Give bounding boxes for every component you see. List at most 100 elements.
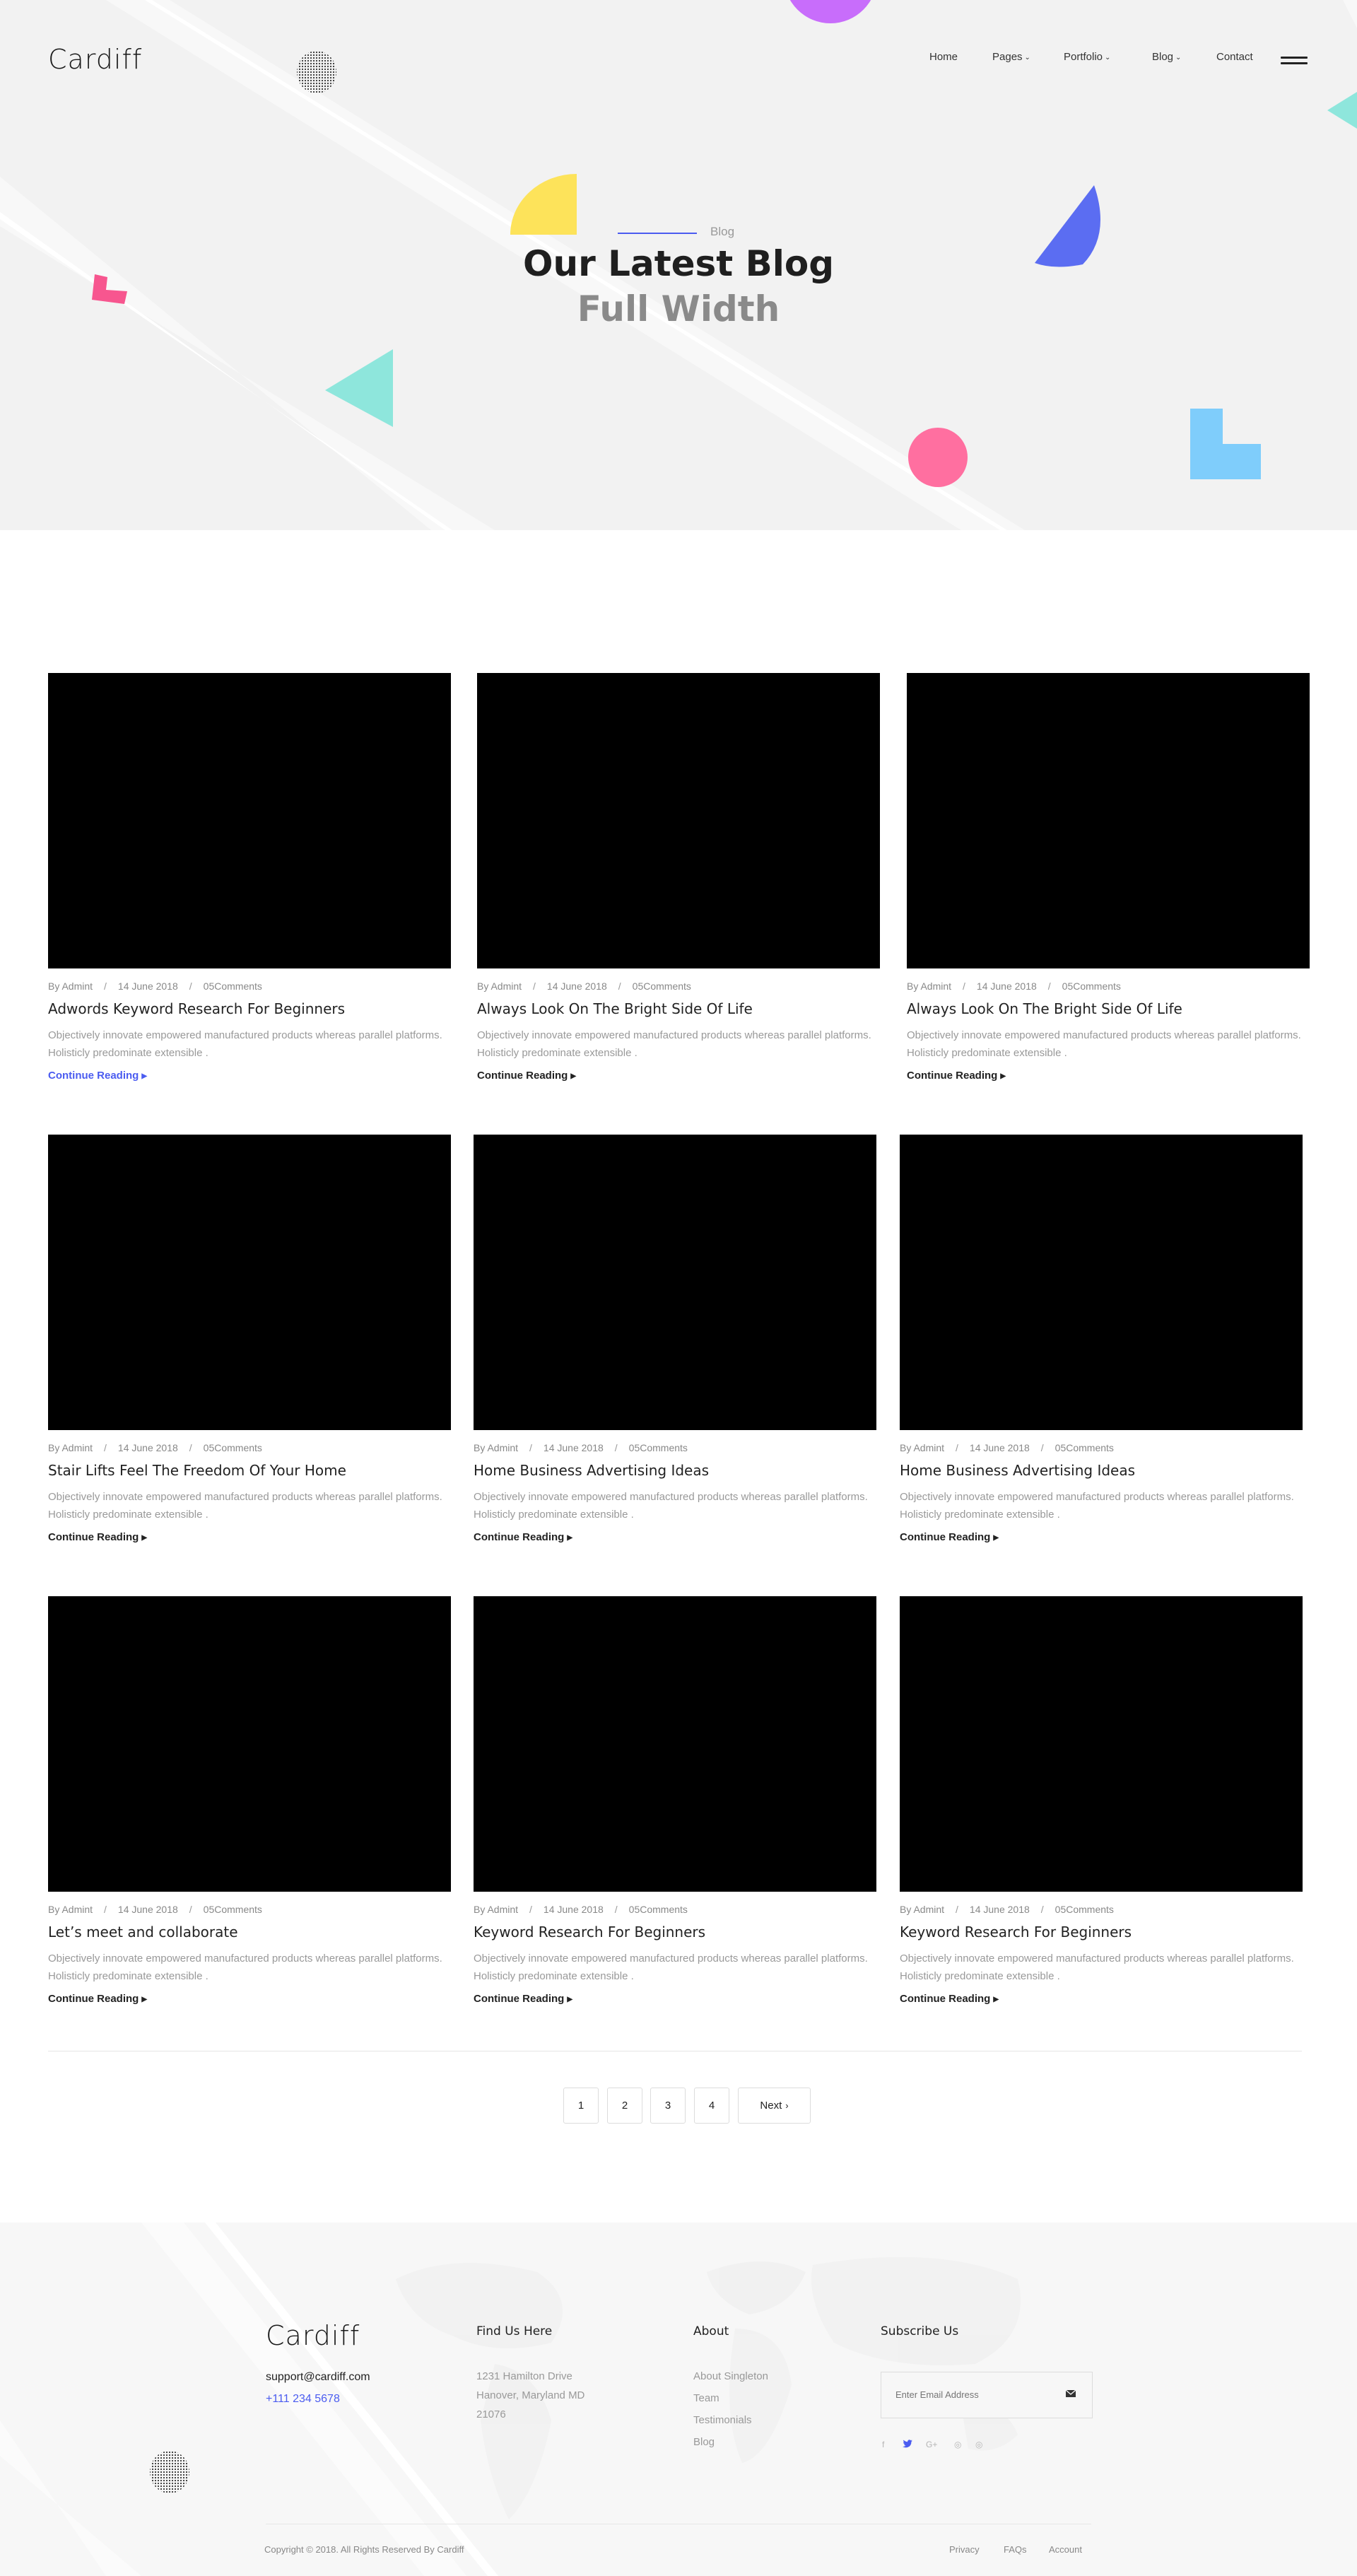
post-comments[interactable]: 05Comments <box>204 1904 262 1915</box>
post-title[interactable]: Home Business Advertising Ideas <box>900 1462 1303 1479</box>
continue-reading-link[interactable]: Continue Reading ▶ <box>477 1070 880 1082</box>
footer-logo[interactable]: Cardiff <box>266 2320 360 2351</box>
continue-reading-link[interactable]: Continue Reading ▶ <box>474 1531 876 1543</box>
post-thumbnail[interactable] <box>907 673 1310 968</box>
pagination-page-4[interactable]: 4 <box>694 2088 729 2124</box>
instagram-icon[interactable]: ◎ <box>975 2440 982 2449</box>
footer-faqs-link[interactable]: FAQs <box>1004 2544 1027 2555</box>
post-date: 14 June 2018 <box>976 980 1037 992</box>
continue-reading-link[interactable]: Continue Reading ▶ <box>48 1993 451 2005</box>
continue-reading-label: Continue Reading <box>477 1070 568 1082</box>
continue-reading-link[interactable]: Continue Reading ▶ <box>48 1531 451 1543</box>
copyright-text: Copyright © 2018. All Rights Reserved By… <box>264 2544 464 2555</box>
caret-right-icon: ▶ <box>141 1072 148 1080</box>
post-comments[interactable]: 05Comments <box>1055 1904 1114 1915</box>
nav-blog[interactable]: Blog ⌄ <box>1152 51 1181 63</box>
post-thumbnail[interactable] <box>900 1596 1303 1892</box>
pagination-page-3[interactable]: 3 <box>650 2088 686 2124</box>
blog-card: By Admint/14 June 2018/05Comments Keywor… <box>474 1596 876 2005</box>
google-plus-icon[interactable]: G+ <box>926 2440 937 2449</box>
caret-right-icon: ▶ <box>993 1996 999 2003</box>
post-comments[interactable]: 05Comments <box>629 1442 688 1453</box>
post-author[interactable]: By Admint <box>900 1904 944 1915</box>
continue-reading-link[interactable]: Continue Reading ▶ <box>474 1993 876 2005</box>
post-excerpt: Objectively innovate empowered manufactu… <box>907 1029 1301 1059</box>
continue-reading-link[interactable]: Continue Reading ▶ <box>48 1070 451 1082</box>
footer-link-testimonials[interactable]: Testimonials <box>693 2411 752 2430</box>
post-author[interactable]: By Admint <box>907 980 951 992</box>
post-title[interactable]: Always Look On The Bright Side Of Life <box>907 1000 1310 1017</box>
footer: Cardiff support@cardiff.com +111 234 567… <box>0 2223 1357 2576</box>
footer-account-link[interactable]: Account <box>1049 2544 1082 2555</box>
hero-section: Cardiff Home Pages ⌄ Portfolio ⌄ Blog ⌄ Con… <box>0 0 1357 530</box>
post-thumbnail[interactable] <box>474 1596 876 1892</box>
facebook-icon[interactable]: f <box>882 2440 884 2449</box>
post-date: 14 June 2018 <box>117 1442 178 1453</box>
post-title[interactable]: Stair Lifts Feel The Freedom Of Your Hom… <box>48 1462 451 1479</box>
nav-contact[interactable]: Contact <box>1216 51 1253 63</box>
continue-reading-label: Continue Reading <box>474 1531 565 1543</box>
post-thumbnail[interactable] <box>477 673 880 968</box>
post-comments[interactable]: 05Comments <box>633 980 691 992</box>
halftone-dots-decoration <box>150 2451 189 2493</box>
post-thumbnail[interactable] <box>48 1135 451 1430</box>
post-comments[interactable]: 05Comments <box>204 1442 262 1453</box>
post-author[interactable]: By Admint <box>48 980 93 992</box>
post-date: 14 June 2018 <box>117 980 178 992</box>
post-author[interactable]: By Admint <box>900 1442 944 1453</box>
post-meta: By Admint/14 June 2018/05Comments <box>48 1442 262 1453</box>
pagination-next-button[interactable]: Next › <box>738 2088 811 2124</box>
nav-portfolio[interactable]: Portfolio ⌄ <box>1064 51 1110 63</box>
post-title[interactable]: Always Look On The Bright Side Of Life <box>477 1000 880 1017</box>
envelope-icon[interactable] <box>1065 2388 1076 2399</box>
post-comments[interactable]: 05Comments <box>204 980 262 992</box>
post-author[interactable]: By Admint <box>48 1442 93 1453</box>
continue-reading-link[interactable]: Continue Reading ▶ <box>900 1531 1303 1543</box>
dribbble-icon[interactable]: ◎ <box>954 2440 961 2449</box>
blog-card: By Admint/14 June 2018/05Comments Keywor… <box>900 1596 1303 2005</box>
footer-address-line-1: 1231 Hamilton Drive <box>476 2370 572 2382</box>
subscribe-email-input[interactable] <box>895 2389 1051 2400</box>
hamburger-menu-icon[interactable] <box>1281 57 1308 66</box>
post-thumbnail[interactable] <box>48 673 451 968</box>
post-comments[interactable]: 05Comments <box>1055 1442 1114 1453</box>
nav-blog-label: Blog <box>1152 51 1174 63</box>
post-author[interactable]: By Admint <box>48 1904 93 1915</box>
page-title: Our Latest Blog <box>522 243 835 284</box>
post-thumbnail[interactable] <box>900 1135 1303 1430</box>
post-title[interactable]: Adwords Keyword Research For Beginners <box>48 1000 451 1017</box>
post-author[interactable]: By Admint <box>474 1442 518 1453</box>
teal-large-triangle-shape <box>325 349 393 427</box>
caret-right-icon: ▶ <box>570 1072 577 1080</box>
continue-reading-link[interactable]: Continue Reading ▶ <box>907 1070 1310 1082</box>
post-excerpt: Objectively innovate empowered manufactu… <box>900 1491 1294 1521</box>
footer-link-about-singleton[interactable]: About Singleton <box>693 2367 768 2386</box>
site-logo[interactable]: Cardiff <box>48 44 142 75</box>
pagination-page-1[interactable]: 1 <box>563 2088 599 2124</box>
post-title[interactable]: Keyword Research For Beginners <box>900 1924 1303 1940</box>
post-comments[interactable]: 05Comments <box>629 1904 688 1915</box>
footer-link-blog[interactable]: Blog <box>693 2432 715 2452</box>
post-date: 14 June 2018 <box>969 1442 1030 1453</box>
post-comments[interactable]: 05Comments <box>1062 980 1121 992</box>
nav-home[interactable]: Home <box>929 51 958 63</box>
post-title[interactable]: Home Business Advertising Ideas <box>474 1462 876 1479</box>
pagination-page-2[interactable]: 2 <box>607 2088 642 2124</box>
post-title[interactable]: Keyword Research For Beginners <box>474 1924 876 1940</box>
twitter-icon[interactable] <box>903 2440 912 2450</box>
footer-privacy-link[interactable]: Privacy <box>949 2544 980 2555</box>
nav-pages[interactable]: Pages ⌄ <box>992 51 1030 63</box>
footer-email[interactable]: support@cardiff.com <box>266 2371 370 2384</box>
post-author[interactable]: By Admint <box>477 980 522 992</box>
post-title[interactable]: Let’s meet and collaborate <box>48 1924 451 1940</box>
post-thumbnail[interactable] <box>474 1135 876 1430</box>
caret-right-icon: ▶ <box>993 1534 999 1542</box>
footer-phone[interactable]: +111 234 5678 <box>266 2393 340 2406</box>
footer-link-team[interactable]: Team <box>693 2389 719 2408</box>
post-excerpt: Objectively innovate empowered manufactu… <box>474 1491 868 1521</box>
post-author[interactable]: By Admint <box>474 1904 518 1915</box>
breadcrumb[interactable]: Blog <box>710 225 734 239</box>
continue-reading-link[interactable]: Continue Reading ▶ <box>900 1993 1303 2005</box>
post-thumbnail[interactable] <box>48 1596 451 1892</box>
post-date: 14 June 2018 <box>969 1904 1030 1915</box>
